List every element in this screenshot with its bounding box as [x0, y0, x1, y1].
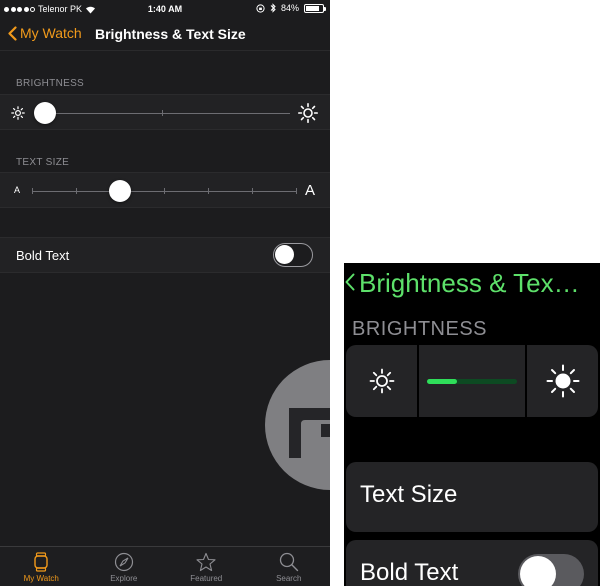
star-icon: [196, 552, 216, 572]
bold-text-label: Bold Text: [16, 248, 70, 263]
watch-bold-text-toggle[interactable]: [518, 554, 584, 586]
text-size-small-label: A: [14, 185, 21, 195]
text-size-slider-tick: [296, 188, 297, 194]
magnifier-icon: [279, 552, 298, 572]
battery-percent: 84%: [280, 3, 299, 13]
page-title: Brightness & Text Size: [95, 26, 246, 42]
watch-bold-text-label: Bold Text: [360, 559, 459, 586]
iphone-screen: Telenor PK 1:40 AM 84% My Watch Brightne…: [0, 0, 330, 586]
tab-my-watch[interactable]: My Watch: [0, 547, 83, 586]
sun-small-icon: [369, 368, 394, 394]
watch-brightness-increase-button[interactable]: [527, 345, 598, 417]
battery-level: [306, 5, 320, 11]
text-size-slider-tick: [76, 188, 77, 194]
watermark-r-icon: [289, 408, 330, 458]
watch-brightness-control: [346, 345, 598, 417]
watch-screen: Brightness & Tex… BRIGHTNESS Text Size B…: [344, 263, 600, 586]
text-size-large-label: A: [305, 182, 316, 199]
watch-brightness-track: [427, 378, 517, 384]
brightness-slider-row: [0, 94, 330, 130]
compass-icon: [114, 552, 133, 572]
bold-text-toggle-knob: [275, 245, 294, 264]
brightness-slider-thumb[interactable]: [34, 102, 56, 124]
bold-text-toggle[interactable]: [273, 243, 313, 267]
watch-brightness-fill: [427, 378, 457, 384]
chevron-left-icon: [8, 25, 17, 41]
text-size-slider-tick: [32, 188, 33, 194]
text-size-slider-tick: [208, 188, 209, 194]
bold-text-row: Bold Text: [0, 237, 330, 273]
battery-icon: [304, 3, 326, 13]
brightness-slider-tick: [162, 110, 163, 116]
sun-large-icon: [546, 364, 579, 398]
watch-text-size-button[interactable]: Text Size: [346, 462, 598, 532]
tab-label: My Watch: [23, 574, 59, 583]
watch-bold-text-toggle-knob: [520, 556, 556, 586]
text-size-slider-thumb[interactable]: [109, 180, 131, 202]
watch-bold-text-row: Bold Text: [346, 540, 598, 586]
back-button[interactable]: My Watch: [8, 25, 82, 41]
brightness-section-label: BRIGHTNESS: [16, 78, 85, 89]
text-size-section-label: TEXT SIZE: [16, 157, 70, 168]
redmond-pie-watermark-logo: [265, 360, 330, 490]
watch-back-chevron-icon[interactable]: [345, 271, 355, 297]
tab-search[interactable]: Search: [248, 547, 331, 586]
text-size-slider-row: A A: [0, 172, 330, 208]
watch-brightness-decrease-button[interactable]: [346, 345, 417, 417]
rotation-lock-icon: [256, 3, 265, 13]
watch-page-title: Brightness & Tex…: [359, 268, 580, 298]
back-button-label: My Watch: [20, 25, 82, 41]
tab-label: Search: [276, 574, 302, 583]
tab-label: Explore: [110, 574, 138, 583]
watch-brightness-label: BRIGHTNESS: [352, 318, 488, 340]
tab-explore[interactable]: Explore: [83, 547, 166, 586]
watch-brightness-level-bar: [419, 345, 525, 417]
navigation-bar: My Watch Brightness & Text Size: [0, 18, 330, 51]
tab-bar: My Watch Explore Featured Search: [0, 546, 330, 586]
text-size-slider-tick: [252, 188, 253, 194]
status-right: 84%: [256, 3, 326, 13]
tab-label: Featured: [190, 574, 223, 583]
watch-text-size-label: Text Size: [360, 481, 458, 508]
bluetooth-icon: [270, 3, 276, 13]
text-size-slider-tick: [164, 188, 165, 194]
sun-large-icon: [298, 103, 318, 123]
watch-icon: [34, 552, 48, 572]
sun-small-icon: [11, 106, 25, 120]
status-bar: Telenor PK 1:40 AM 84%: [0, 0, 330, 18]
tab-featured[interactable]: Featured: [165, 547, 248, 586]
